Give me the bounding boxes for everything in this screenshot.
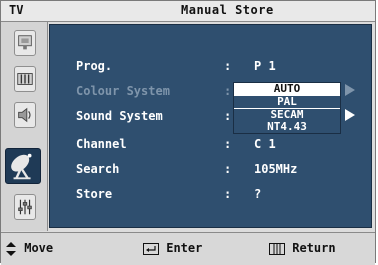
search-colon: : xyxy=(224,162,232,176)
prog-colon: : xyxy=(224,59,232,73)
colour-option-nt443[interactable]: NT4.43 xyxy=(234,121,340,133)
footer-enter-label: Enter xyxy=(166,241,203,255)
colour-system-dropdown[interactable]: AUTO PAL SECAM NT4.43 xyxy=(233,82,341,134)
up-down-arrows-icon xyxy=(6,241,16,256)
store-value: ? xyxy=(254,187,262,201)
page-title: Manual Store xyxy=(181,3,274,17)
antenna-menu-icon[interactable] xyxy=(5,148,41,184)
footer-enter: Enter xyxy=(143,241,202,255)
channel-label: Channel xyxy=(76,137,127,151)
sound-system-colon: : xyxy=(224,109,232,123)
channel-colon: : xyxy=(224,137,232,151)
tv-osd-window: TV Manual Store Prog.: P 1 Colour Syste… xyxy=(0,0,376,265)
menu-return-icon xyxy=(269,242,285,255)
colour-option-auto[interactable]: AUTO xyxy=(234,83,340,95)
menu-sidebar xyxy=(1,22,48,231)
colour-system-colon: : xyxy=(224,84,232,98)
store-label: Store xyxy=(76,187,113,201)
footer-return: Return xyxy=(269,241,336,255)
setup-menu-icon[interactable] xyxy=(14,194,36,220)
tv-mode-label: TV xyxy=(9,3,24,17)
menu-footer: Move Enter Return xyxy=(1,232,375,265)
prog-value: P 1 xyxy=(254,59,276,73)
sound-system-arrow-icon xyxy=(345,109,355,121)
footer-move: Move xyxy=(5,241,53,256)
colour-option-pal[interactable]: PAL xyxy=(234,96,340,108)
speaker-menu-icon[interactable] xyxy=(14,102,36,128)
menu-header: TV Manual Store xyxy=(1,1,375,22)
sound-menu-icon[interactable] xyxy=(14,66,36,92)
sound-system-label: Sound System xyxy=(76,109,163,123)
prog-label: Prog. xyxy=(76,59,113,73)
colour-system-arrow-icon xyxy=(345,84,355,96)
footer-return-label: Return xyxy=(292,241,336,255)
search-value: 105MHz xyxy=(254,162,298,176)
picture-menu-icon[interactable] xyxy=(14,30,36,56)
store-colon: : xyxy=(224,187,232,201)
footer-move-label: Move xyxy=(24,241,54,255)
enter-key-icon xyxy=(143,242,159,255)
search-label: Search xyxy=(76,162,120,176)
channel-value: C 1 xyxy=(254,137,276,151)
colour-system-label: Colour System xyxy=(76,84,170,98)
